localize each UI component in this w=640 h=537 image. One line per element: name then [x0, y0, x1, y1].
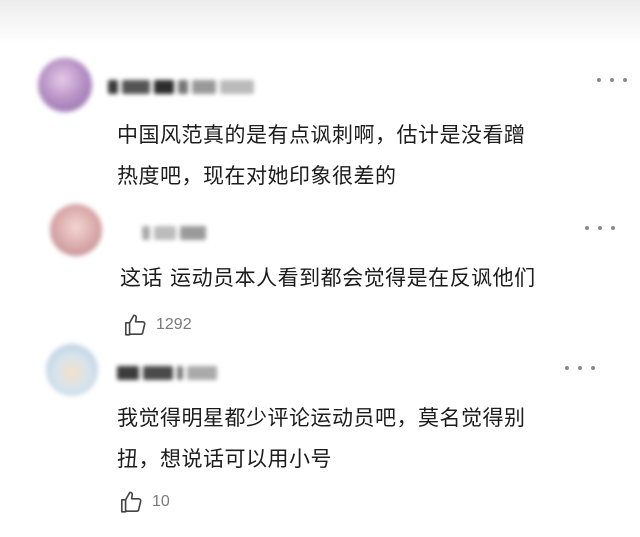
thumbs-up-icon — [120, 491, 142, 513]
more-options-button[interactable] — [565, 362, 595, 374]
top-fade — [0, 0, 640, 44]
avatar[interactable] — [38, 58, 92, 112]
avatar[interactable] — [46, 344, 98, 396]
more-dots-icon — [585, 226, 589, 230]
more-dot — [611, 226, 615, 230]
more-dot — [578, 366, 582, 370]
more-dot — [623, 78, 627, 82]
like-button[interactable]: 1292 — [122, 312, 192, 338]
username-blurred[interactable] — [108, 76, 258, 94]
more-dot — [598, 226, 602, 230]
username-blurred[interactable] — [117, 362, 221, 380]
comment-text-line-2: 扭，想说话可以用小号 — [117, 447, 332, 471]
comment-text-line-1: 中国风范真的是有点讽刺啊，估计是没看蹭 — [117, 123, 526, 147]
avatar[interactable] — [50, 204, 102, 256]
thumbs-up-icon — [124, 314, 146, 336]
like-count: 1292 — [156, 316, 192, 333]
more-dots-icon — [565, 366, 569, 370]
more-dot — [591, 366, 595, 370]
comment-text-line-1: 我觉得明星都少评论运动员吧，莫名觉得别 — [117, 406, 526, 430]
more-dot — [610, 78, 614, 82]
more-dots-icon — [597, 78, 601, 82]
username-blurred[interactable] — [142, 222, 210, 240]
like-button[interactable]: 10 — [118, 489, 170, 515]
more-options-button[interactable] — [597, 74, 627, 86]
like-count: 10 — [152, 493, 170, 510]
comment-text: 这话 运动员本人看到都会觉得是在反讽他们 — [120, 266, 536, 290]
more-options-button[interactable] — [585, 222, 615, 234]
comment-text-line-2: 热度吧，现在对她印象很差的 — [117, 164, 397, 188]
